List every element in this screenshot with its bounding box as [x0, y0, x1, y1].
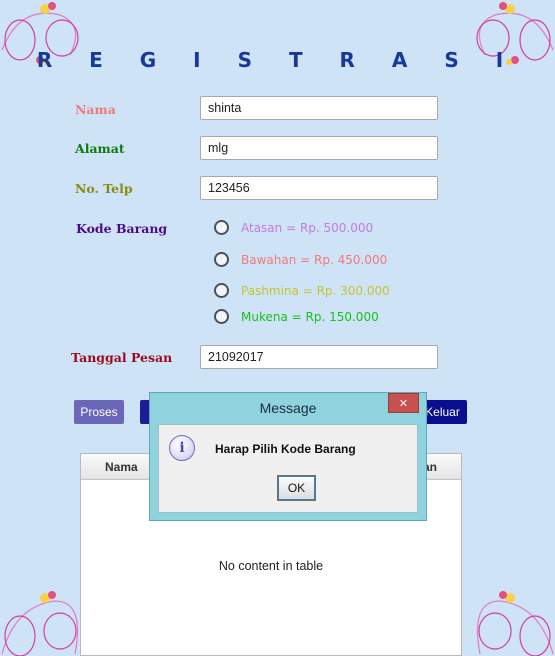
info-icon: i	[169, 435, 195, 461]
radio-label: Bawahan = Rp. 450.000	[241, 252, 388, 267]
empty-table-message: No content in table	[218, 559, 324, 573]
radio-button[interactable]	[214, 220, 229, 235]
close-icon[interactable]: ✕	[388, 393, 419, 413]
radio-option-bawahan[interactable]: Bawahan = Rp. 450.000	[214, 252, 387, 267]
alamat-field[interactable]: mlg	[200, 136, 438, 160]
alamat-label: Alamat	[75, 141, 125, 156]
radio-button[interactable]	[214, 283, 229, 298]
ok-button[interactable]: OK	[277, 475, 316, 501]
radio-option-mukena[interactable]: Mukena = Rp. 150.000	[214, 309, 379, 324]
message-dialog: Message ✕ i Harap Pilih Kode Barang OK	[149, 392, 427, 521]
radio-button[interactable]	[214, 252, 229, 267]
nama-label: Nama	[75, 102, 116, 117]
dialog-message: Harap Pilih Kode Barang	[215, 442, 356, 456]
dialog-body: i Harap Pilih Kode Barang OK	[158, 424, 418, 513]
column-header-nama[interactable]: Nama	[105, 460, 138, 474]
nama-field[interactable]: shinta	[200, 96, 438, 120]
radio-label: Mukena = Rp. 150.000	[241, 309, 379, 324]
radio-label: Pashmina = Rp. 300.000	[241, 283, 390, 298]
tanggal-pesan-field[interactable]: 21092017	[200, 345, 438, 369]
page-title: R E G I S T R A S I	[36, 48, 519, 72]
radio-button[interactable]	[214, 309, 229, 324]
radio-option-pashmina[interactable]: Pashmina = Rp. 300.000	[214, 283, 390, 298]
tanggal-pesan-label: Tanggal Pesan	[71, 350, 173, 365]
telp-label: No. Telp	[75, 181, 133, 196]
dialog-title: Message	[259, 400, 317, 416]
kode-barang-label: Kode Barang	[76, 221, 168, 236]
proses-button[interactable]: Proses	[74, 400, 124, 424]
telp-field[interactable]: 123456	[200, 176, 438, 200]
radio-label: Atasan = Rp. 500.000	[241, 220, 374, 235]
flower-decoration-bottom-right	[460, 586, 555, 656]
radio-option-atasan[interactable]: Atasan = Rp. 500.000	[214, 220, 373, 235]
